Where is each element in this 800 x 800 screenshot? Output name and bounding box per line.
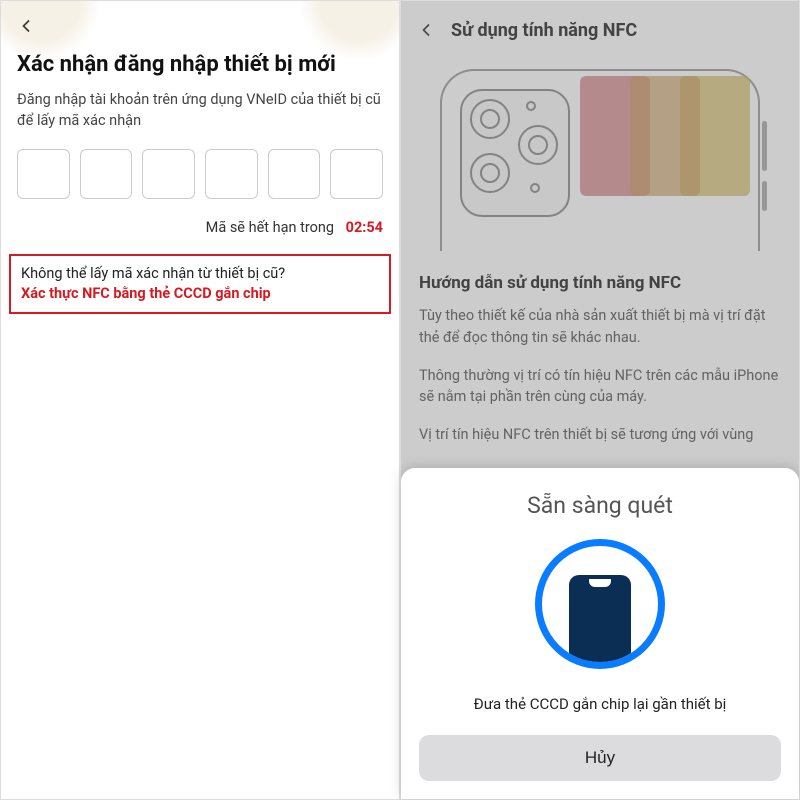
otp-digit-4[interactable] bbox=[205, 149, 258, 199]
expiry-label: Mã sẽ hết hạn trong bbox=[206, 219, 334, 236]
otp-digit-3[interactable] bbox=[142, 149, 195, 199]
nfc-auth-link[interactable]: Xác thực NFC bằng thẻ CCCD gắn chip bbox=[21, 284, 379, 304]
expiry-time: 02:54 bbox=[346, 219, 383, 236]
sheet-title: Sẵn sàng quét bbox=[419, 492, 781, 519]
nfc-scan-sheet: Sẵn sàng quét Đưa thẻ CCCD gắn chip lại … bbox=[401, 468, 799, 799]
nfc-guide-screen: Sử dụng tính năng NFC Hướng dẫn sử dụng … bbox=[400, 0, 800, 800]
nfc-question: Không thể lấy mã xác nhận từ thiết bị cũ… bbox=[21, 264, 379, 284]
cancel-button[interactable]: Hủy bbox=[419, 735, 781, 781]
expiry-row: Mã sẽ hết hạn trong 02:54 bbox=[1, 199, 399, 254]
page-title: Xác nhận đăng nhập thiết bị mới bbox=[1, 43, 399, 89]
page-description: Đăng nhập tài khoản trên ứng dụng VNeID … bbox=[1, 89, 399, 149]
otp-digit-5[interactable] bbox=[268, 149, 321, 199]
otp-input-row bbox=[1, 149, 399, 199]
phone-icon bbox=[569, 575, 631, 669]
otp-digit-6[interactable] bbox=[330, 149, 383, 199]
scan-ring-icon bbox=[535, 539, 665, 669]
otp-digit-1[interactable] bbox=[17, 149, 70, 199]
sheet-message: Đưa thẻ CCCD gắn chip lại gần thiết bị bbox=[419, 695, 781, 713]
otp-digit-2[interactable] bbox=[80, 149, 133, 199]
left-header bbox=[1, 1, 399, 43]
back-icon[interactable] bbox=[15, 15, 37, 37]
nfc-alternative-box: Không thể lấy mã xác nhận từ thiết bị cũ… bbox=[9, 254, 391, 315]
confirm-login-screen: Xác nhận đăng nhập thiết bị mới Đăng nhậ… bbox=[0, 0, 400, 800]
